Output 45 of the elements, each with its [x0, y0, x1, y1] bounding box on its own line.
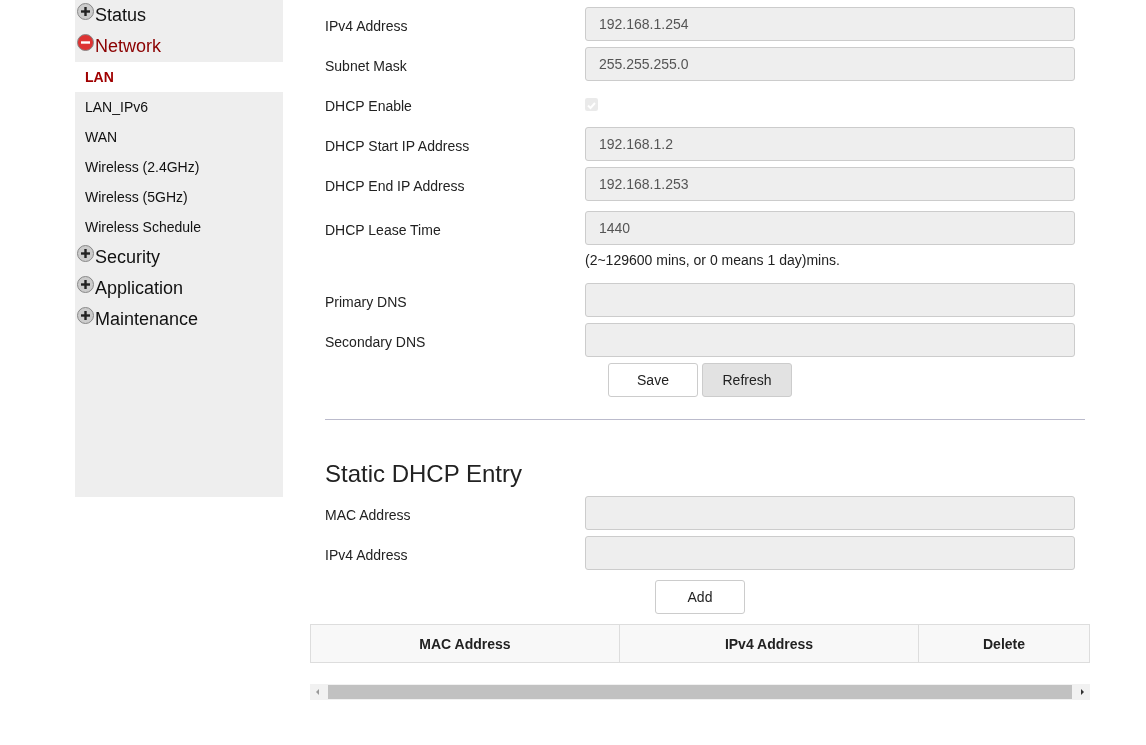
input-field[interactable] [585, 283, 1075, 317]
input-field[interactable]: 255.255.255.0 [585, 47, 1075, 81]
menu-group[interactable]: Security [75, 242, 283, 273]
plus-icon [77, 245, 94, 262]
menu-item[interactable]: Wireless Schedule [75, 212, 283, 242]
section-title: Static DHCP Entry [325, 460, 523, 488]
plus-icon [77, 307, 94, 324]
input-field[interactable] [585, 536, 1075, 570]
column-header: Delete [918, 624, 1090, 663]
add-button[interactable]: Add [655, 580, 745, 614]
plus-icon [77, 3, 94, 20]
hint-text: (2~129600 mins, or 0 means 1 day)mins. [585, 252, 841, 268]
save-button[interactable]: Save [608, 363, 698, 397]
menu-item[interactable]: LAN [75, 62, 283, 92]
menu-item[interactable]: LAN_IPv6 [75, 92, 283, 122]
column-header: MAC Address [310, 624, 620, 663]
field-label: DHCP Start IP Address [325, 137, 471, 156]
menu-item[interactable]: Wireless (2.4GHz) [75, 152, 283, 182]
field-label: Subnet Mask [325, 57, 408, 76]
field-label: IPv4 Address [325, 546, 409, 565]
minus-icon [77, 34, 94, 51]
scrollbar[interactable] [310, 684, 1090, 700]
menu-group[interactable]: Network [75, 31, 283, 62]
field-label: DHCP Enable [325, 97, 413, 116]
menu-group[interactable]: Status [75, 0, 283, 31]
menu-group[interactable]: Maintenance [75, 304, 283, 335]
field-label: DHCP End IP Address [325, 177, 466, 196]
column-header: IPv4 Address [619, 624, 919, 663]
input-field[interactable]: 192.168.1.254 [585, 7, 1075, 41]
field-label: MAC Address [325, 506, 412, 525]
plus-icon [77, 276, 94, 293]
field-label: IPv4 Address [325, 17, 409, 36]
input-field[interactable]: 1440 [585, 211, 1075, 245]
input-field[interactable] [585, 496, 1075, 530]
scrollbar-thumb[interactable] [328, 685, 1072, 699]
input-field[interactable]: 192.168.1.253 [585, 167, 1075, 201]
input-field[interactable] [585, 323, 1075, 357]
menu-group[interactable]: Application [75, 273, 283, 304]
field-label: DHCP Lease Time [325, 221, 442, 240]
input-field[interactable]: 192.168.1.2 [585, 127, 1075, 161]
field-label: Primary DNS [325, 293, 408, 312]
menu-item[interactable]: Wireless (5GHz) [75, 182, 283, 212]
menu-item[interactable]: WAN [75, 122, 283, 152]
refresh-button[interactable]: Refresh [702, 363, 792, 397]
field-label: Secondary DNS [325, 333, 427, 352]
